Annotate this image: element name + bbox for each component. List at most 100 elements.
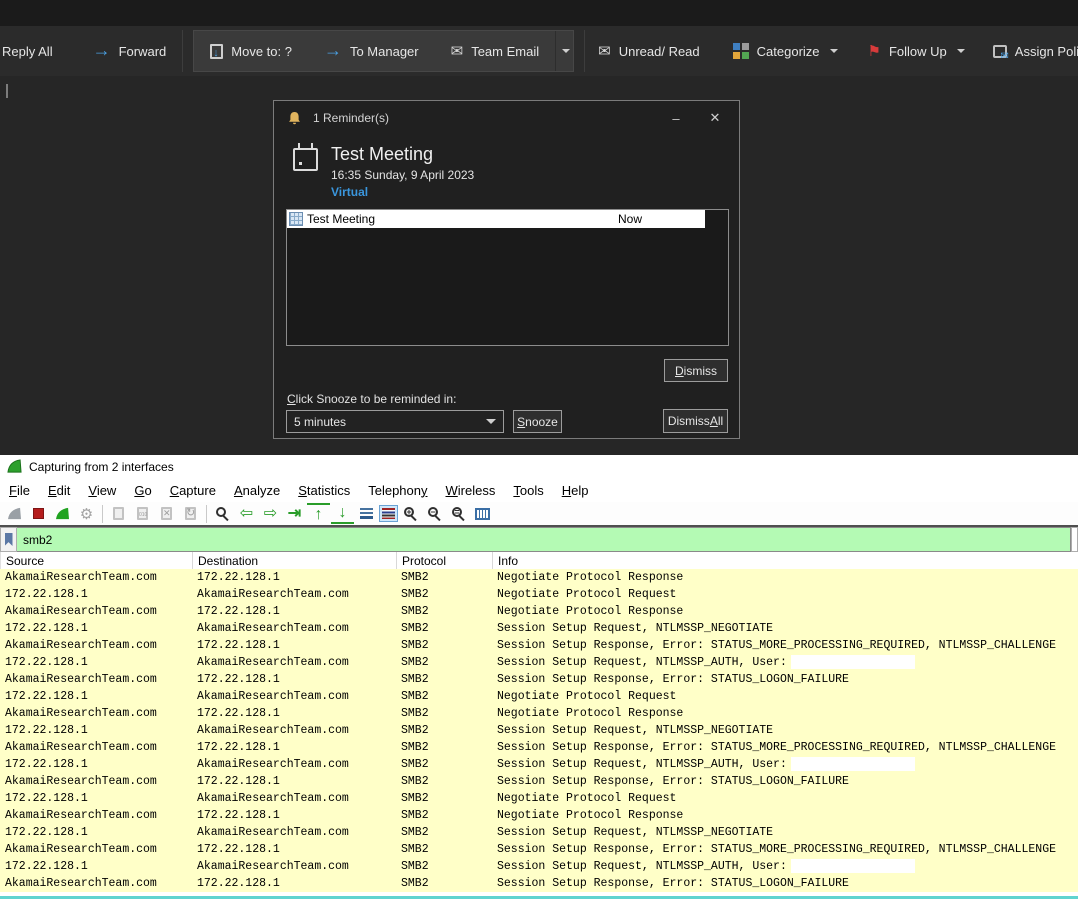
reminder-titlebar[interactable]: 1 Reminder(s) [274,101,739,135]
go-to-packet-icon[interactable] [283,503,306,524]
categorize-icon [733,43,749,59]
packet-info: Session Setup Request, NTLMSSP_AUTH, Use… [492,859,1078,873]
team-email-button[interactable]: Team Email [435,31,556,71]
resize-columns-icon[interactable] [471,503,494,524]
quick-steps-more-button[interactable] [555,31,573,71]
reminder-list-item[interactable]: Test Meeting Now [287,210,705,228]
packet-row[interactable]: 172.22.128.1 AkamaiResearchTeam.com SMB2… [0,688,1078,705]
find-packet-icon[interactable] [211,503,234,524]
packet-source: AkamaiResearchTeam.com [0,809,192,822]
menu-go[interactable]: Go [125,483,160,498]
save-file-icon[interactable] [131,503,154,524]
column-header-info[interactable]: Info [493,552,1078,569]
packet-row[interactable]: 172.22.128.1 AkamaiResearchTeam.com SMB2… [0,756,1078,773]
packet-row[interactable]: 172.22.128.1 AkamaiResearchTeam.com SMB2… [0,620,1078,637]
filter-bookmark-button[interactable] [0,527,17,552]
display-filter-input[interactable]: smb2 [17,527,1071,552]
packet-row[interactable]: AkamaiResearchTeam.com 172.22.128.1 SMB2… [0,705,1078,722]
wireshark-titlebar[interactable]: Capturing from 2 interfaces [0,455,1078,478]
wireshark-logo-icon [7,459,22,474]
packet-row[interactable]: AkamaiResearchTeam.com 172.22.128.1 SMB2… [0,841,1078,858]
assign-policy-button[interactable]: Assign Policy [993,44,1078,59]
restart-capture-icon[interactable] [51,503,74,524]
zoom-reset-icon[interactable] [447,503,470,524]
close-file-icon[interactable] [155,503,178,524]
packet-row[interactable]: 172.22.128.1 AkamaiResearchTeam.com SMB2… [0,858,1078,875]
open-file-icon[interactable] [107,503,130,524]
packet-source: 172.22.128.1 [0,792,192,805]
packet-info: Session Setup Response, Error: STATUS_MO… [492,741,1078,754]
to-manager-label: To Manager [350,44,419,59]
to-manager-button[interactable]: To Manager [308,31,435,71]
packet-row[interactable]: 172.22.128.1 AkamaiResearchTeam.com SMB2… [0,654,1078,671]
forward-button[interactable]: Forward [93,43,167,59]
start-capture-icon[interactable] [3,503,26,524]
menu-tools[interactable]: Tools [504,483,552,498]
snooze-duration-select[interactable]: 5 minutes [286,410,504,433]
packet-row[interactable]: 172.22.128.1 AkamaiResearchTeam.com SMB2… [0,586,1078,603]
packet-row[interactable]: AkamaiResearchTeam.com 172.22.128.1 SMB2… [0,773,1078,790]
zoom-in-icon[interactable] [399,503,422,524]
reload-file-icon[interactable] [179,503,202,524]
wireshark-menubar: File Edit View Go Capture Analyze Statis… [0,478,1078,502]
zoom-out-icon[interactable] [423,503,446,524]
unread-read-button[interactable]: Unread/ Read [598,42,700,60]
meeting-location-link[interactable]: Virtual [331,185,474,199]
go-forward-icon[interactable] [259,503,282,524]
menu-edit[interactable]: Edit [39,483,79,498]
packet-row[interactable]: AkamaiResearchTeam.com 172.22.128.1 SMB2… [0,569,1078,586]
categorize-button[interactable]: Categorize [733,43,838,59]
follow-up-button[interactable]: Follow Up [868,42,965,60]
packet-info: Session Setup Request, NTLMSSP_AUTH, Use… [492,757,1078,771]
minimize-button[interactable] [662,106,690,130]
packet-info: Session Setup Request, NTLMSSP_AUTH, Use… [492,655,1078,669]
column-header-protocol[interactable]: Protocol [397,552,493,569]
dismiss-button[interactable]: Dismiss [664,359,728,382]
menu-wireless[interactable]: Wireless [437,483,505,498]
packet-row[interactable]: AkamaiResearchTeam.com 172.22.128.1 SMB2… [0,671,1078,688]
snooze-button[interactable]: Snooze [513,410,562,433]
stop-capture-icon[interactable] [27,503,50,524]
packet-destination: 172.22.128.1 [192,571,396,584]
packet-row[interactable]: AkamaiResearchTeam.com 172.22.128.1 SMB2… [0,603,1078,620]
packet-protocol: SMB2 [396,758,492,771]
reply-all-button[interactable]: Reply All [2,44,53,59]
packet-source: AkamaiResearchTeam.com [0,673,192,686]
chevron-down-icon [957,49,965,53]
outlook-ribbon: Reply All Forward Move to: ? To Manager … [0,26,1078,76]
column-header-source[interactable]: Source [1,552,193,569]
packet-row[interactable]: 172.22.128.1 AkamaiResearchTeam.com SMB2… [0,722,1078,739]
go-to-bottom-icon[interactable] [331,503,354,524]
packet-info-text: Session Setup Request, NTLMSSP_AUTH, Use… [497,759,787,772]
capture-options-icon[interactable] [75,503,98,524]
auto-scroll-icon[interactable] [355,503,378,524]
menu-capture[interactable]: Capture [161,483,225,498]
packet-destination: 172.22.128.1 [192,775,396,788]
go-to-top-icon[interactable] [307,503,330,524]
packet-row[interactable]: 172.22.128.1 AkamaiResearchTeam.com SMB2… [0,824,1078,841]
packet-row[interactable]: AkamaiResearchTeam.com 172.22.128.1 SMB2… [0,739,1078,756]
assign-policy-label: Assign Policy [1015,44,1078,59]
packet-info-text: Session Setup Response, Error: STATUS_LO… [497,775,849,788]
dismiss-all-button[interactable]: Dismiss All [663,409,728,433]
packet-row[interactable]: AkamaiResearchTeam.com 172.22.128.1 SMB2… [0,637,1078,654]
packet-info: Session Setup Response, Error: STATUS_LO… [492,877,1078,890]
menu-telephony[interactable]: Telephony [359,483,436,498]
packet-row[interactable]: AkamaiResearchTeam.com 172.22.128.1 SMB2… [0,875,1078,892]
packet-info: Negotiate Protocol Request [492,792,1078,805]
move-to-button[interactable]: Move to: ? [194,31,308,71]
packet-row[interactable]: 172.22.128.1 AkamaiResearchTeam.com SMB2… [0,790,1078,807]
packet-destination: 172.22.128.1 [192,639,396,652]
packet-row[interactable]: AkamaiResearchTeam.com 172.22.128.1 SMB2… [0,807,1078,824]
packet-destination: AkamaiResearchTeam.com [192,724,396,737]
menu-help[interactable]: Help [553,483,598,498]
menu-statistics[interactable]: Statistics [289,483,359,498]
menu-analyze[interactable]: Analyze [225,483,289,498]
packet-destination: AkamaiResearchTeam.com [192,792,396,805]
menu-view[interactable]: View [79,483,125,498]
close-button[interactable] [701,106,729,130]
colorize-packets-icon[interactable] [379,505,398,522]
column-header-destination[interactable]: Destination [193,552,397,569]
go-back-icon[interactable] [235,503,258,524]
menu-file[interactable]: File [0,483,39,498]
